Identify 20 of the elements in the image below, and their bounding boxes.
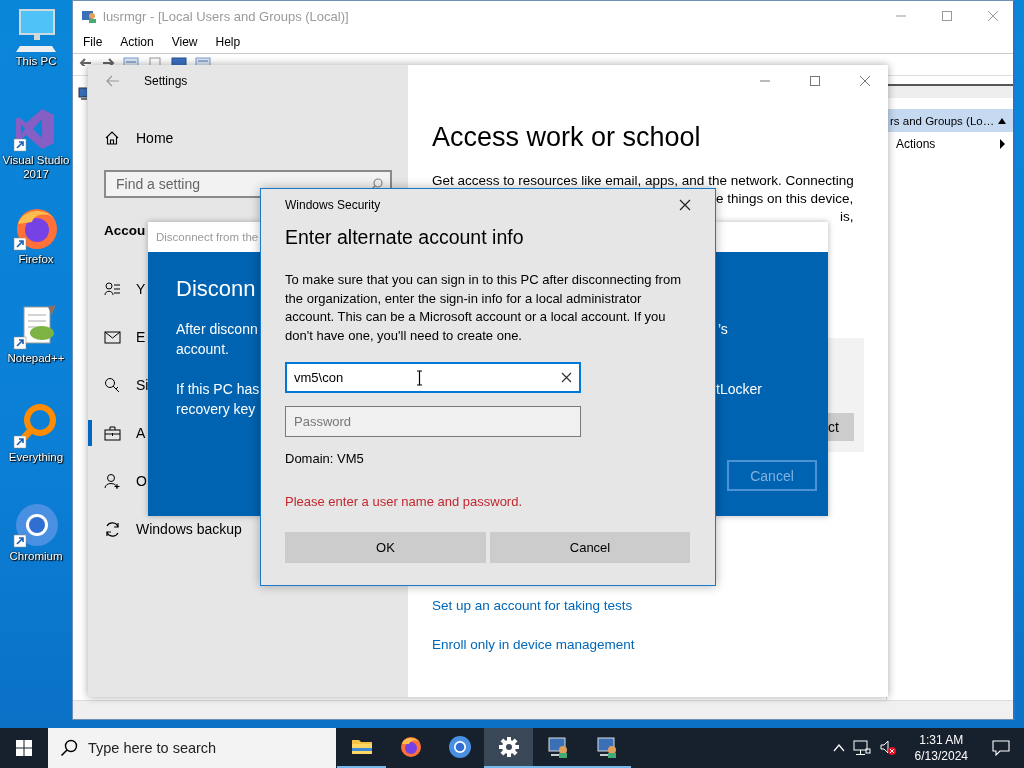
dialog-text: If this PC has	[176, 380, 260, 399]
dialog-title: Disconnect from the	[156, 231, 259, 243]
dialog-text: tLocker	[716, 380, 762, 399]
dialog-text: After disconn	[176, 320, 258, 339]
dialog-message: To make sure that you can sign in to this PC after disconnecting from the organization, enter the sign-in info for a local administrator account. This can be a Microsoft account or a local account. If you don't have one, you'll need to create one.	[285, 271, 682, 345]
dialog-title: Windows Security	[285, 198, 381, 212]
window-title: Settings	[144, 74, 188, 88]
dialog-text: account.	[176, 340, 229, 359]
dialog-heading: Enter alternate account info	[285, 225, 524, 250]
dialog-text: recovery key	[176, 400, 256, 419]
dialog-text: ’s	[718, 320, 728, 339]
description-text: Get access to resources like email, apps, and the network. Connecting	[432, 172, 854, 190]
description-text: e things on this device,	[716, 190, 854, 208]
error-message: Please enter a user name and password.	[285, 493, 523, 511]
section-heading: Accou	[104, 222, 146, 240]
domain-text: Domain: VM5	[285, 450, 364, 468]
page-heading: Access work or school	[432, 121, 702, 154]
window-title: lusrmgr - [Local Users and Groups (Local)]	[103, 8, 349, 24]
dialog-heading: Disconn	[176, 275, 256, 303]
description-text: is,	[840, 208, 854, 226]
